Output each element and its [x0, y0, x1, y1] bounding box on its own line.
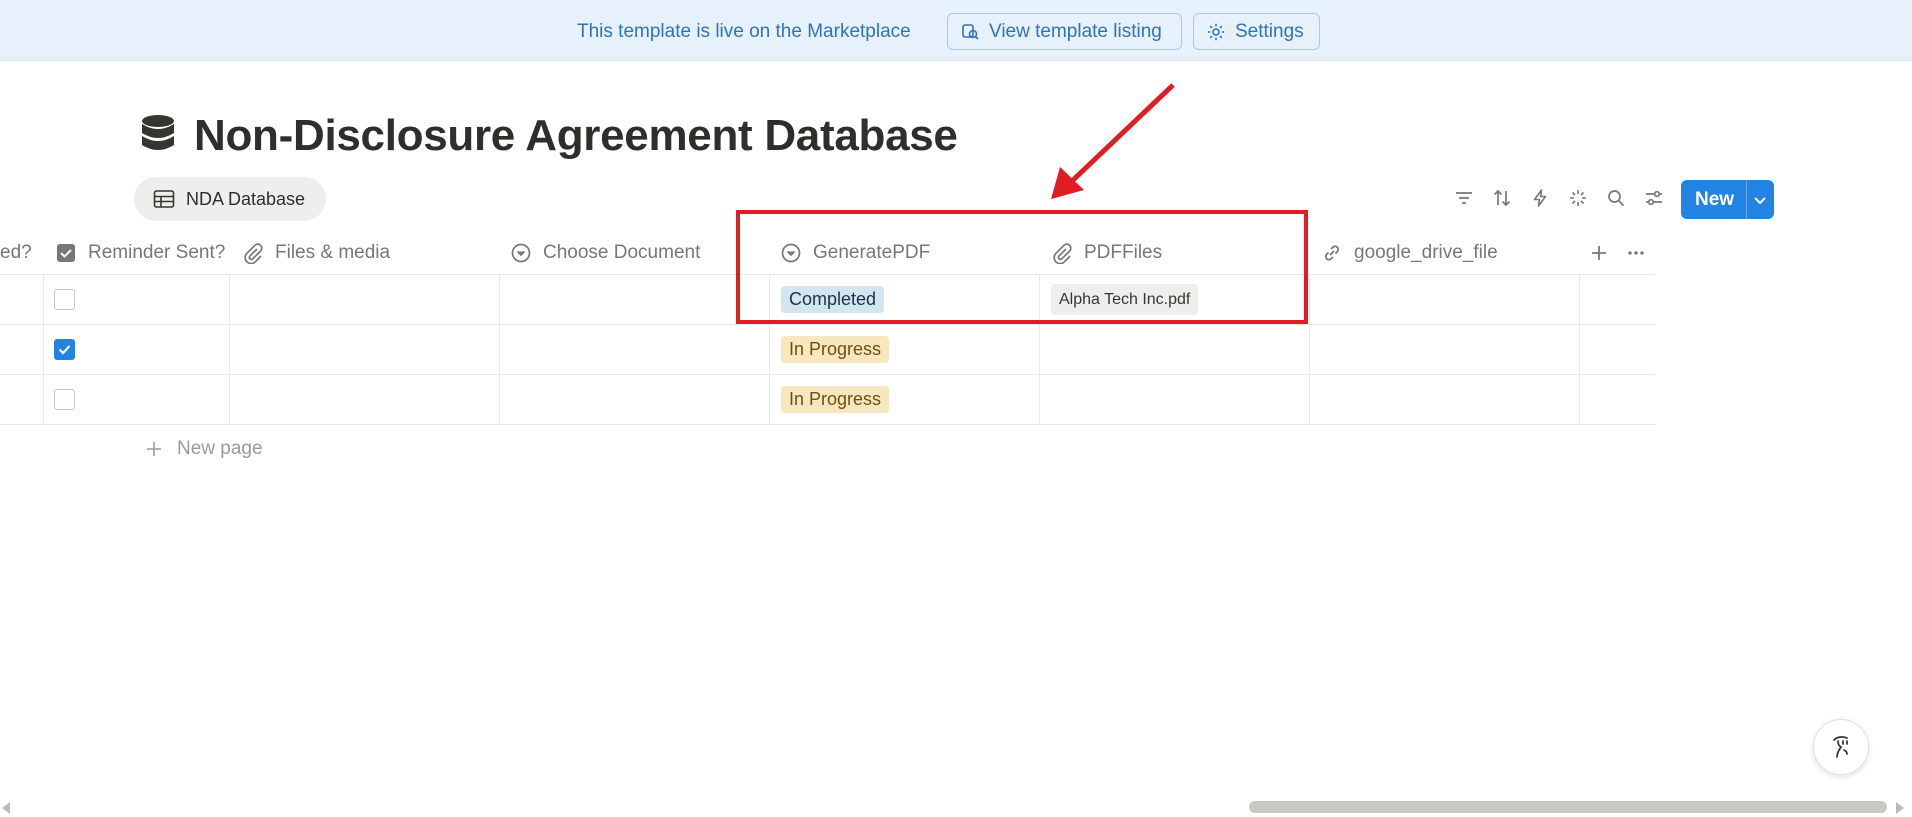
settings-label: Settings: [1235, 20, 1304, 42]
chevron-down-icon[interactable]: [1752, 192, 1768, 208]
new-page-button[interactable]: New page: [145, 438, 263, 460]
column-header-reminder-sent[interactable]: Reminder Sent?: [55, 230, 225, 275]
column-header-partial[interactable]: ed?: [0, 230, 32, 275]
paperclip-icon: [244, 242, 263, 264]
banner-message: This template is live on the Marketplace: [577, 21, 911, 42]
link-icon: [1324, 244, 1340, 261]
ai-sparkle-icon[interactable]: [1566, 186, 1590, 210]
checkbox-icon: [57, 243, 75, 262]
reminder-sent-checkbox[interactable]: [54, 339, 75, 360]
gear-icon: [1207, 23, 1225, 40]
marketplace-banner: This template is live on the Marketplace…: [0, 0, 1912, 61]
view-template-listing-label: View template listing: [989, 20, 1162, 42]
sort-icon[interactable]: [1490, 186, 1514, 210]
database-icon[interactable]: [140, 114, 176, 156]
column-header-generatepdf[interactable]: GeneratePDF: [780, 230, 930, 275]
status-tag-in-progress[interactable]: In Progress: [781, 386, 890, 413]
view-tab-label: NDA Database: [186, 188, 306, 209]
ai-face-icon: [1833, 736, 1848, 758]
plus-icon: [1592, 245, 1606, 260]
new-button-label: New: [1695, 189, 1735, 210]
view-tab-nda-database[interactable]: NDA Database: [134, 177, 326, 221]
status-tag-completed[interactable]: Completed: [781, 286, 885, 313]
page-title[interactable]: Non-Disclosure Agreement Database: [194, 111, 958, 161]
more-horizontal-icon: [1628, 250, 1644, 255]
table-icon: [153, 190, 175, 208]
notion-ai-button[interactable]: [1813, 719, 1869, 775]
plus-icon: [147, 442, 161, 456]
new-button-divider: [1746, 180, 1747, 219]
search-icon[interactable]: [1604, 186, 1628, 210]
settings-sliders-icon[interactable]: [1642, 186, 1666, 210]
column-header-choose-document[interactable]: Choose Document: [510, 230, 700, 275]
new-page-label: New page: [177, 438, 263, 459]
filter-icon[interactable]: [1452, 186, 1476, 210]
reminder-sent-checkbox[interactable]: [54, 289, 75, 310]
column-header-google-drive-file[interactable]: google_drive_file: [1321, 230, 1498, 275]
table-header-row: ed? Reminder Sent? Files & media Choose …: [0, 230, 1655, 275]
select-icon: [511, 243, 531, 262]
column-header-files-media[interactable]: Files & media: [242, 230, 390, 275]
scroll-left-arrow[interactable]: [2, 802, 10, 814]
automation-icon[interactable]: [1528, 186, 1552, 210]
reminder-sent-checkbox[interactable]: [54, 389, 75, 410]
paperclip-icon: [1053, 242, 1072, 264]
more-options-button[interactable]: [1625, 230, 1647, 275]
status-tag-in-progress[interactable]: In Progress: [781, 336, 890, 363]
view-template-listing-button[interactable]: View template listing: [947, 13, 1182, 50]
new-button[interactable]: New: [1681, 180, 1774, 219]
select-icon: [781, 243, 801, 262]
template-listing-icon: [962, 23, 979, 40]
checkmark-icon: [58, 345, 71, 355]
scrollbar-thumb[interactable]: [1249, 801, 1887, 813]
add-column-button[interactable]: [1588, 230, 1610, 275]
scroll-right-arrow[interactable]: [1896, 802, 1904, 814]
settings-button[interactable]: Settings: [1193, 13, 1320, 50]
column-header-pdffiles[interactable]: PDFFiles: [1051, 230, 1162, 275]
pdf-file-chip[interactable]: Alpha Tech Inc.pdf: [1051, 284, 1199, 315]
